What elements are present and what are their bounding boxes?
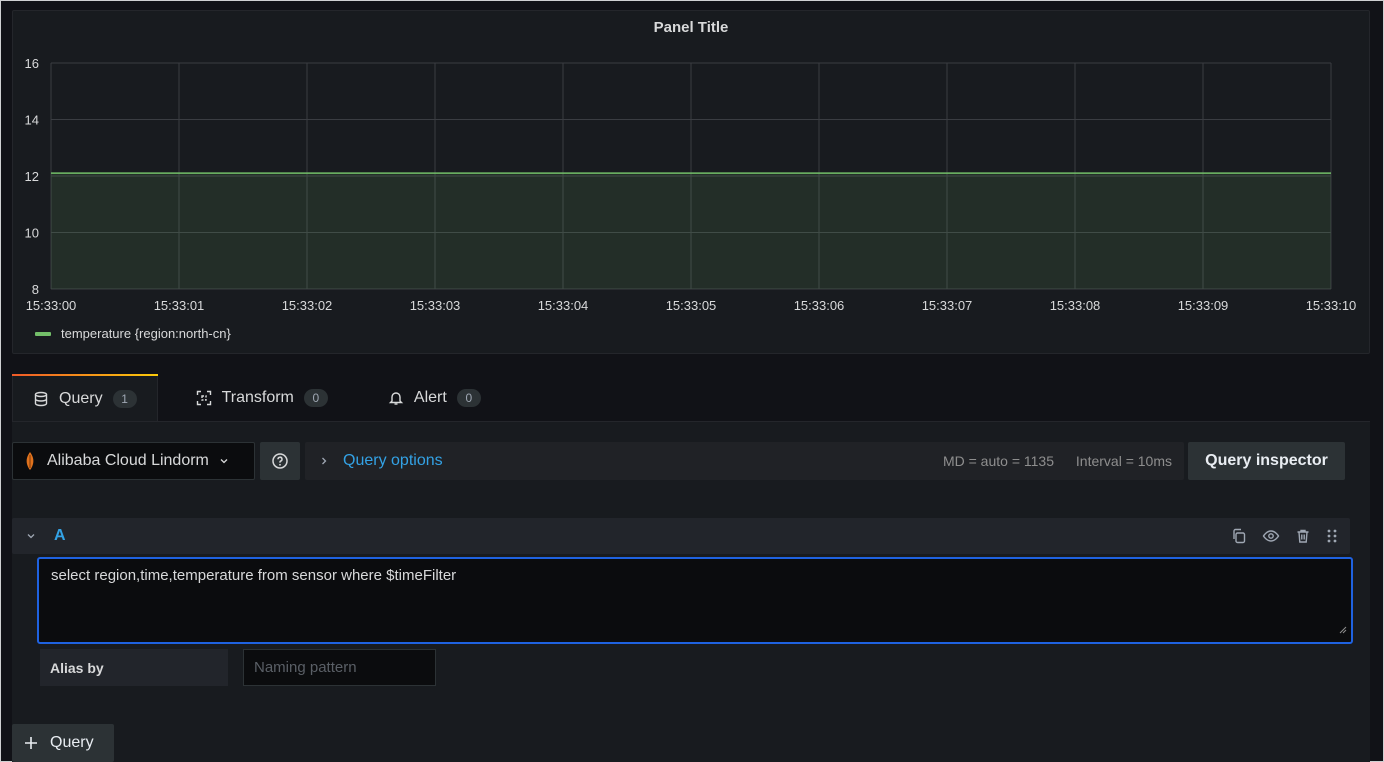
chevron-right-icon	[319, 456, 329, 466]
lindorm-logo-icon	[25, 451, 35, 471]
collapse-chevron-icon[interactable]	[26, 531, 36, 541]
tab-transform[interactable]: Transform 0	[176, 374, 348, 422]
duplicate-icon[interactable]	[1231, 528, 1247, 544]
chevron-down-icon	[219, 456, 229, 466]
x-tick-label: 15:33:09	[1178, 298, 1229, 313]
query-options-toggle[interactable]: Query options MD = auto = 1135 Interval …	[305, 442, 1184, 480]
graph-panel: Panel Title 8 10 12 14 16 15:33:00 15:33:01 15:…	[12, 10, 1370, 354]
editor-tabs: Query 1 Transform 0 Alert 0	[12, 374, 501, 422]
alias-input[interactable]: Naming pattern	[243, 649, 436, 686]
help-button[interactable]	[260, 442, 300, 480]
transform-icon	[196, 390, 212, 406]
database-icon	[33, 391, 49, 407]
query-ref-id[interactable]: A	[54, 527, 66, 545]
series-area	[51, 173, 1331, 289]
tab-query[interactable]: Query 1	[12, 374, 158, 422]
x-tick-label: 15:33:10	[1306, 298, 1357, 313]
query-inspector-button[interactable]: Query inspector	[1188, 442, 1345, 480]
query-textarea[interactable]: select region,time,temperature from sens…	[37, 557, 1353, 644]
query-options-meta: MD = auto = 1135 Interval = 10ms	[925, 453, 1172, 469]
resize-grip-icon[interactable]	[1338, 621, 1347, 638]
legend-item[interactable]: temperature {region:north-cn}	[35, 326, 231, 341]
query-text: select region,time,temperature from sens…	[51, 567, 457, 584]
trash-icon[interactable]	[1295, 528, 1311, 544]
tab-alert-count: 0	[456, 389, 481, 407]
x-tick-label: 15:33:02	[282, 298, 333, 313]
legend-label: temperature {region:north-cn}	[61, 326, 231, 341]
datasource-name: Alibaba Cloud Lindorm	[47, 452, 209, 469]
question-circle-icon	[271, 452, 289, 470]
x-tick-label: 15:33:03	[410, 298, 461, 313]
drag-handle-icon[interactable]	[1326, 528, 1338, 544]
tab-alert[interactable]: Alert 0	[368, 374, 501, 422]
add-query-label: Query	[50, 734, 94, 751]
x-tick-label: 15:33:01	[154, 298, 205, 313]
plus-icon	[24, 736, 38, 750]
query-row-actions	[1216, 518, 1338, 554]
x-tick-label: 15:33:08	[1050, 298, 1101, 313]
tab-transform-label: Transform	[221, 389, 294, 406]
tab-alert-label: Alert	[413, 389, 447, 406]
legend-swatch	[35, 331, 51, 336]
y-tick-label: 14	[25, 113, 39, 128]
query-row-header[interactable]: A	[12, 518, 1350, 554]
tab-transform-count: 0	[303, 389, 328, 407]
x-tick-label: 15:33:00	[26, 298, 77, 313]
y-tick-label: 10	[25, 226, 39, 241]
query-options-label: Query options	[343, 452, 443, 469]
tab-query-count: 1	[112, 390, 137, 408]
x-tick-label: 15:33:04	[538, 298, 589, 313]
eye-icon[interactable]	[1262, 528, 1280, 544]
datasource-picker[interactable]: Alibaba Cloud Lindorm	[12, 442, 255, 480]
tab-query-label: Query	[59, 390, 103, 407]
y-tick-label: 12	[25, 169, 39, 184]
x-tick-label: 15:33:07	[922, 298, 973, 313]
x-tick-label: 15:33:05	[666, 298, 717, 313]
y-tick-label: 16	[25, 56, 39, 71]
max-data-points: MD = auto = 1135	[942, 453, 1054, 469]
x-tick-label: 15:33:06	[794, 298, 845, 313]
interval-value: Interval = 10ms	[1075, 453, 1172, 469]
y-tick-label: 8	[32, 282, 39, 297]
alias-by-label: Alias by	[40, 649, 228, 686]
add-query-button[interactable]: Query	[12, 724, 114, 762]
bell-icon	[388, 390, 404, 406]
time-series-chart: 8 10 12 14 16 15:33:00 15:33:01 15:33:02 15:33:0…	[25, 56, 1357, 313]
